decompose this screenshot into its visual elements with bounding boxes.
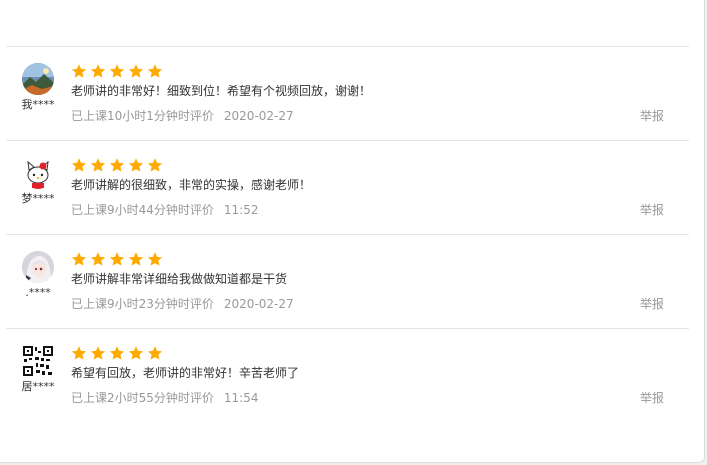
star-icon xyxy=(109,346,125,360)
star-rating xyxy=(71,251,163,269)
star-icon xyxy=(90,252,106,266)
study-time: 已上课9小时44分钟时评价 xyxy=(71,203,214,217)
review-item: 居**** 希望有回放，老师讲的非常好！辛苦老师了 已上课2小时55分钟时评价 1… xyxy=(6,329,689,423)
username: 梦**** xyxy=(21,192,55,205)
anime-girl-avatar[interactable] xyxy=(22,251,54,283)
review-item: .**** 老师讲解非常详细给我做做知道都是干货 已上课9小时23分钟时评价 20… xyxy=(6,235,689,329)
review-item: 我**** 老师讲的非常好！细致到位！希望有个视频回放，谢谢！ 已上课10小时1… xyxy=(6,47,689,141)
star-icon xyxy=(147,346,163,360)
star-icon xyxy=(109,252,125,266)
review-meta: 已上课9小时44分钟时评价 11:52 xyxy=(71,201,259,219)
review-date: 2020-02-27 xyxy=(223,109,294,123)
report-link[interactable]: 举报 xyxy=(640,201,664,219)
star-icon xyxy=(109,158,125,172)
landscape-avatar[interactable] xyxy=(22,63,54,95)
review-date: 11:52 xyxy=(223,203,259,217)
report-link[interactable]: 举报 xyxy=(640,107,664,125)
star-icon xyxy=(109,64,125,78)
star-icon xyxy=(90,64,106,78)
review-list-panel: 我**** 老师讲的非常好！细致到位！希望有个视频回放，谢谢！ 已上课10小时1… xyxy=(0,0,705,463)
star-icon xyxy=(147,64,163,78)
report-link[interactable]: 举报 xyxy=(640,389,664,407)
username: .**** xyxy=(25,286,51,299)
cartoon-cat-avatar[interactable] xyxy=(22,157,54,189)
review-comment: 希望有回放，老师讲的非常好！辛苦老师了 xyxy=(71,366,300,380)
review-meta: 已上课10小时1分钟时评价 2020-02-27 xyxy=(71,107,294,125)
username: 我**** xyxy=(21,98,55,111)
review-meta: 已上课2小时55分钟时评价 11:54 xyxy=(71,389,259,407)
star-icon xyxy=(90,158,106,172)
review-item: 梦**** 老师讲解的很细致，非常的实操，感谢老师！ 已上课9小时44分钟时评价… xyxy=(6,141,689,235)
star-rating xyxy=(71,157,163,175)
star-rating xyxy=(71,345,163,363)
review-comment: 老师讲解的很细致，非常的实操，感谢老师！ xyxy=(71,178,312,192)
username: 居**** xyxy=(21,380,55,393)
report-link[interactable]: 举报 xyxy=(640,295,664,313)
review-comment: 老师讲的非常好！细致到位！希望有个视频回放，谢谢！ xyxy=(71,84,372,98)
star-icon xyxy=(90,346,106,360)
star-icon xyxy=(147,158,163,172)
star-rating xyxy=(71,63,163,81)
review-meta: 已上课9小时23分钟时评价 2020-02-27 xyxy=(71,295,294,313)
review-date: 2020-02-27 xyxy=(223,297,294,311)
star-icon xyxy=(71,64,87,78)
star-icon xyxy=(147,252,163,266)
study-time: 已上课9小时23分钟时评价 xyxy=(71,297,214,311)
star-icon xyxy=(128,252,144,266)
qr-code-avatar[interactable] xyxy=(22,345,54,377)
star-icon xyxy=(128,158,144,172)
star-icon xyxy=(71,158,87,172)
review-date: 11:54 xyxy=(223,391,259,405)
star-icon xyxy=(128,346,144,360)
star-icon xyxy=(128,64,144,78)
study-time: 已上课2小时55分钟时评价 xyxy=(71,391,214,405)
review-comment: 老师讲解非常详细给我做做知道都是干货 xyxy=(71,272,288,286)
star-icon xyxy=(71,252,87,266)
study-time: 已上课10小时1分钟时评价 xyxy=(71,109,214,123)
star-icon xyxy=(71,346,87,360)
